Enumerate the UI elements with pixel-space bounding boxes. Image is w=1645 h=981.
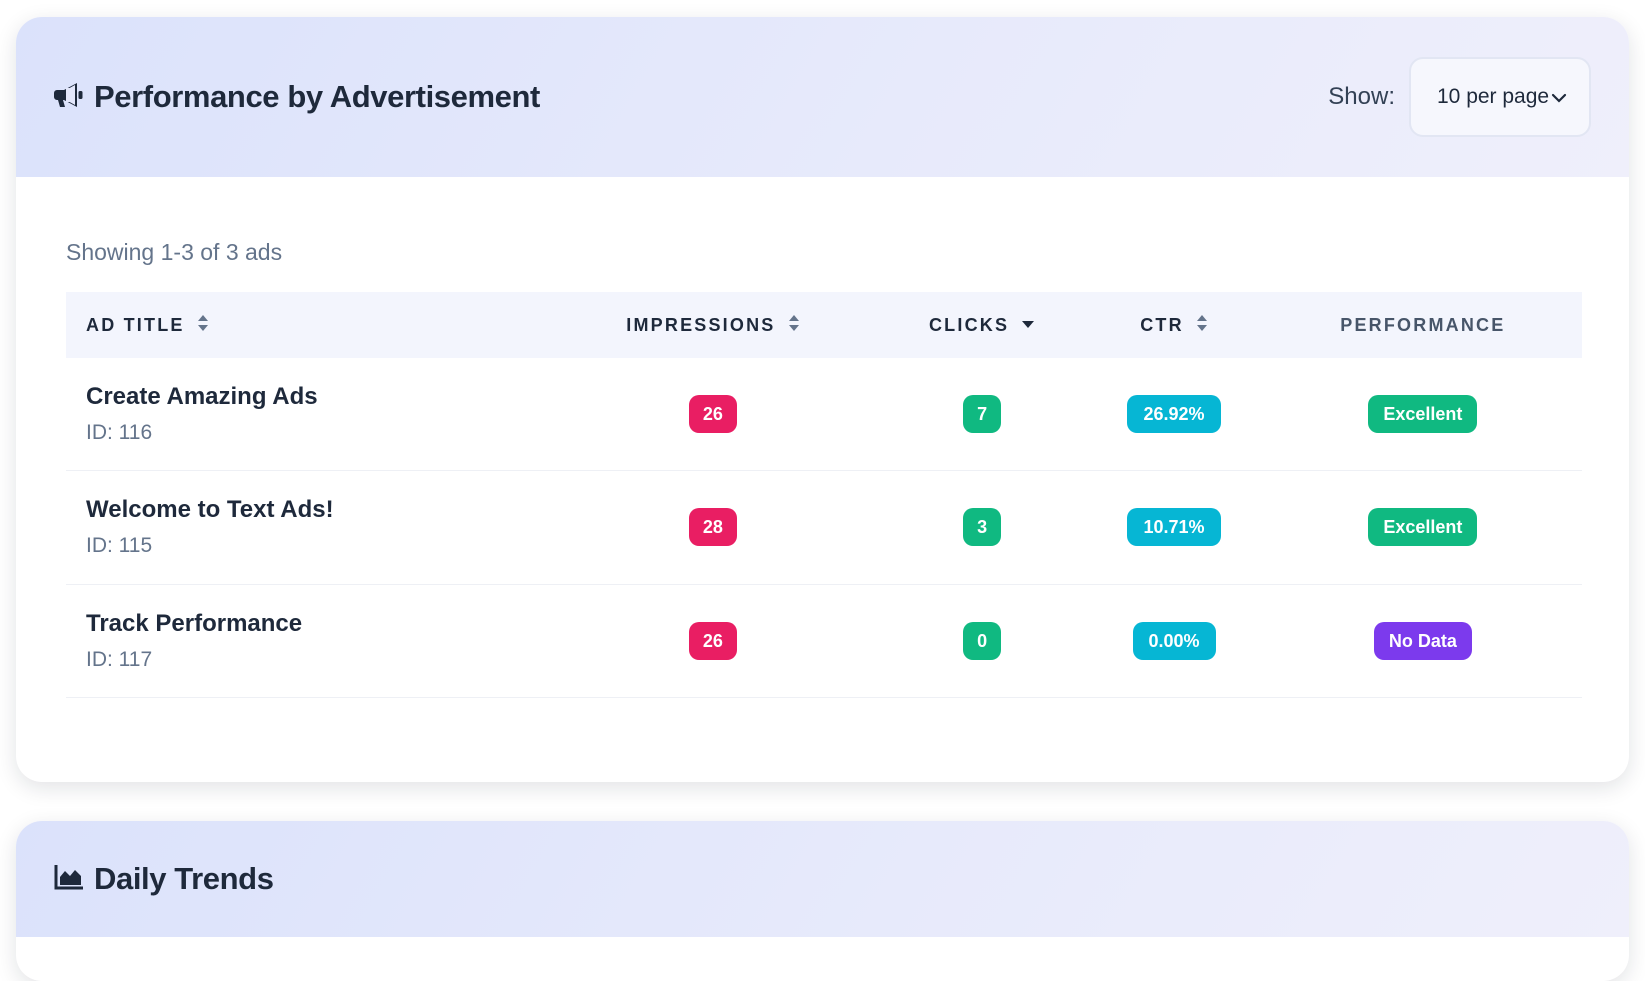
ad-id: ID: 117 bbox=[86, 647, 153, 671]
impressions-badge: 26 bbox=[688, 394, 737, 433]
clicks-cell: 3 bbox=[880, 470, 1085, 584]
per-page-select[interactable]: 10 per page bbox=[1409, 57, 1591, 137]
ctr-badge: 26.92% bbox=[1127, 394, 1221, 433]
ctr-badge: 0.00% bbox=[1132, 621, 1216, 660]
column-header-ad-title[interactable]: AD TITLE bbox=[66, 292, 546, 358]
chevron-down-icon bbox=[1551, 86, 1567, 110]
ad-id: ID: 116 bbox=[86, 420, 153, 444]
per-page-control: Show: 10 per page bbox=[1328, 57, 1591, 137]
impressions-badge: 26 bbox=[688, 621, 737, 660]
ads-table: AD TITLE IMPRESSIONS CLICKS CTR PERFORMA… bbox=[66, 292, 1582, 698]
table-row[interactable]: Welcome to Text Ads! ID: 115 28 3 10.71%… bbox=[66, 470, 1582, 584]
impressions-badge: 28 bbox=[688, 508, 737, 546]
column-header-clicks[interactable]: CLICKS bbox=[880, 292, 1085, 358]
clicks-badge: 3 bbox=[963, 508, 1002, 546]
daily-trends-header: Daily Trends bbox=[16, 821, 1629, 937]
performance-title-group: Performance by Advertisement bbox=[54, 79, 540, 115]
impressions-cell: 26 bbox=[546, 584, 880, 697]
table-header-row: AD TITLE IMPRESSIONS CLICKS CTR PERFORMA… bbox=[66, 292, 1582, 358]
column-label-ad-title: AD TITLE bbox=[86, 314, 185, 335]
ad-title-cell: Welcome to Text Ads! ID: 115 bbox=[66, 470, 546, 584]
performance-badge: Excellent bbox=[1368, 394, 1478, 433]
performance-cell: No Data bbox=[1264, 584, 1582, 697]
area-chart-icon bbox=[54, 863, 84, 896]
impressions-cell: 26 bbox=[546, 358, 880, 470]
ad-title: Welcome to Text Ads! bbox=[86, 496, 334, 523]
column-label-impressions: IMPRESSIONS bbox=[626, 314, 776, 335]
impressions-cell: 28 bbox=[546, 470, 880, 584]
daily-trends-card: Daily Trends bbox=[16, 821, 1629, 981]
column-label-clicks: CLICKS bbox=[928, 314, 1010, 335]
sort-icon bbox=[1196, 314, 1208, 337]
column-header-performance: PERFORMANCE bbox=[1340, 314, 1506, 335]
ctr-cell: 10.71% bbox=[1084, 470, 1263, 584]
megaphone-icon bbox=[54, 80, 84, 115]
showing-count: Showing 1-3 of 3 ads bbox=[66, 239, 283, 265]
table-row[interactable]: Track Performance ID: 117 26 0 0.00% No … bbox=[66, 584, 1582, 697]
ad-title-cell: Create Amazing Ads ID: 116 bbox=[66, 358, 546, 470]
column-header-ctr[interactable]: CTR bbox=[1084, 292, 1263, 358]
clicks-badge: 7 bbox=[963, 394, 1002, 433]
table-row[interactable]: Create Amazing Ads ID: 116 26 7 26.92% E… bbox=[66, 358, 1582, 470]
clicks-badge: 0 bbox=[963, 621, 1002, 660]
column-header-impressions[interactable]: IMPRESSIONS bbox=[546, 292, 880, 358]
performance-card-body: Showing 1-3 of 3 ads AD TITLE IMPRESSION… bbox=[16, 177, 1629, 698]
daily-trends-title-group: Daily Trends bbox=[54, 861, 274, 897]
performance-card-header: Performance by Advertisement Show: 10 pe… bbox=[16, 17, 1629, 177]
show-label: Show: bbox=[1328, 83, 1395, 110]
ctr-badge: 10.71% bbox=[1127, 508, 1221, 546]
ad-id: ID: 115 bbox=[86, 534, 153, 557]
performance-badge: No Data bbox=[1373, 621, 1472, 660]
sort-descending-icon bbox=[1021, 314, 1035, 337]
daily-trends-title: Daily Trends bbox=[94, 861, 274, 896]
ad-title: Create Amazing Ads bbox=[86, 382, 318, 410]
ctr-cell: 26.92% bbox=[1084, 358, 1263, 470]
performance-cell: Excellent bbox=[1264, 470, 1582, 584]
clicks-cell: 7 bbox=[880, 358, 1085, 470]
ctr-cell: 0.00% bbox=[1084, 584, 1263, 697]
performance-cell: Excellent bbox=[1264, 358, 1582, 470]
ad-title: Track Performance bbox=[86, 609, 303, 637]
per-page-value: 10 per page bbox=[1437, 85, 1550, 108]
ad-title-cell: Track Performance ID: 117 bbox=[66, 584, 546, 697]
column-label-ctr: CTR bbox=[1140, 314, 1184, 335]
performance-card: Performance by Advertisement Show: 10 pe… bbox=[16, 17, 1629, 782]
sort-icon bbox=[788, 314, 800, 337]
performance-badge: Excellent bbox=[1368, 508, 1478, 546]
sort-icon bbox=[197, 314, 209, 337]
clicks-cell: 0 bbox=[880, 584, 1085, 697]
page-title: Performance by Advertisement bbox=[94, 79, 540, 114]
